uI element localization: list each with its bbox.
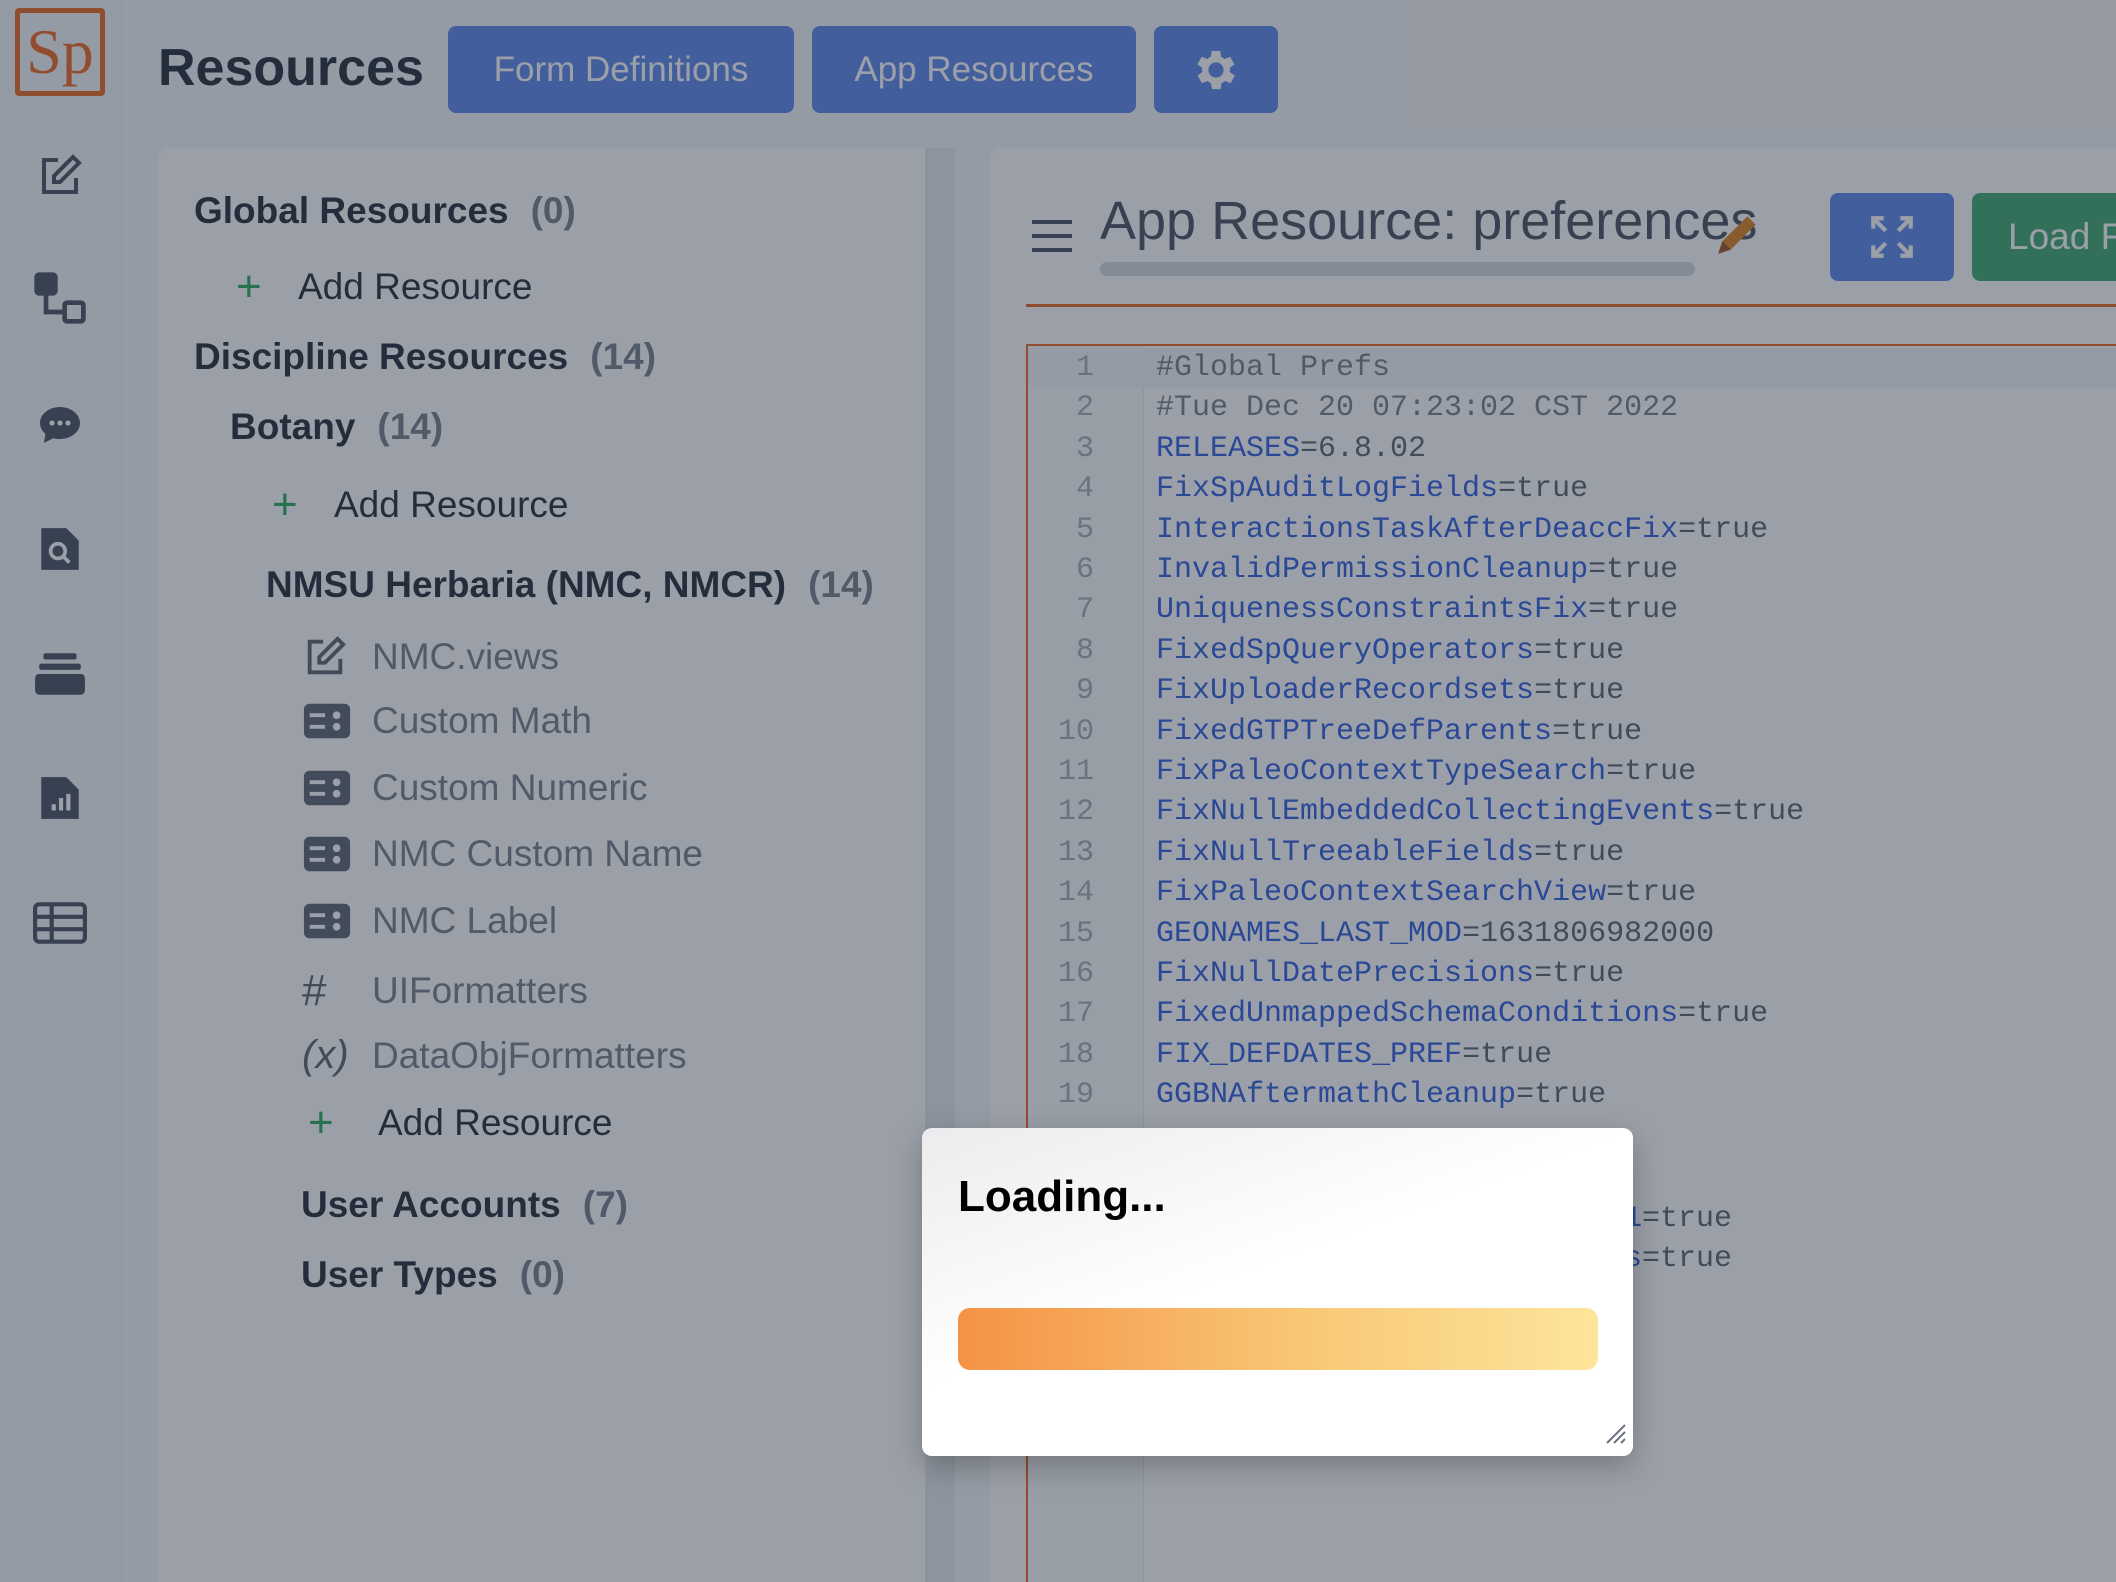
dialog-title: Loading... <box>958 1172 1166 1221</box>
resize-handle-icon[interactable] <box>1601 1419 1627 1450</box>
progress-bar <box>958 1308 1598 1370</box>
loading-dialog: Loading... <box>922 1128 1633 1456</box>
